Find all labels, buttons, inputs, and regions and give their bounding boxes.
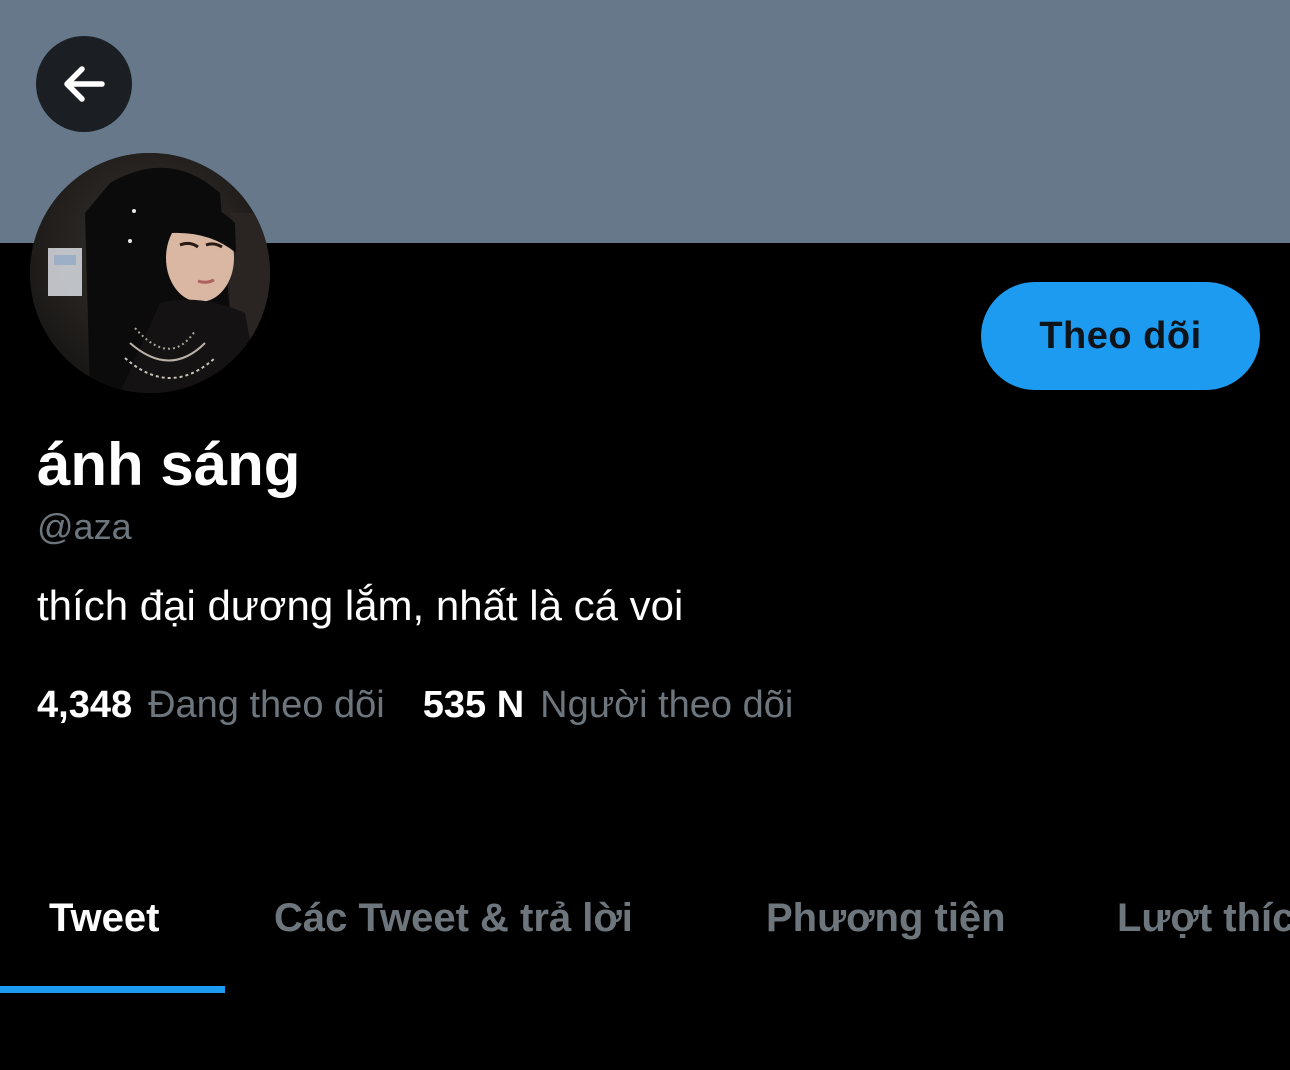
following-count: 4,348	[37, 684, 133, 726]
follow-button[interactable]: Theo dõi	[981, 282, 1260, 390]
following-link[interactable]: 4,348 Đang theo dõi	[37, 682, 385, 728]
followers-link[interactable]: 535 N Người theo dõi	[423, 682, 794, 728]
active-tab-indicator	[0, 986, 225, 993]
profile-tabs: Tweet Các Tweet & trả lời Phương tiện Lư…	[0, 870, 1290, 995]
following-label: Đang theo dõi	[148, 684, 385, 726]
back-button[interactable]	[36, 36, 132, 132]
followers-label: Người theo dõi	[540, 684, 794, 726]
avatar[interactable]	[30, 153, 270, 393]
tab-tweets-and-replies[interactable]: Các Tweet & trả lời	[274, 870, 633, 966]
profile-page: Theo dõi ánh sáng @aza thích đại dương l…	[0, 0, 1290, 1070]
follow-stats: 4,348 Đang theo dõi 535 N Người theo dõi	[37, 682, 793, 728]
tab-tweets[interactable]: Tweet	[49, 870, 159, 966]
profile-bio: thích đại dương lắm, nhất là cá voi	[37, 582, 684, 629]
avatar-image	[30, 153, 270, 393]
arrow-left-icon	[64, 66, 105, 102]
tab-likes[interactable]: Lượt thích	[1117, 870, 1290, 966]
display-name: ánh sáng	[37, 431, 301, 498]
user-handle: @aza	[37, 506, 132, 547]
followers-count: 535 N	[422, 684, 525, 726]
tab-media[interactable]: Phương tiện	[766, 870, 1006, 966]
